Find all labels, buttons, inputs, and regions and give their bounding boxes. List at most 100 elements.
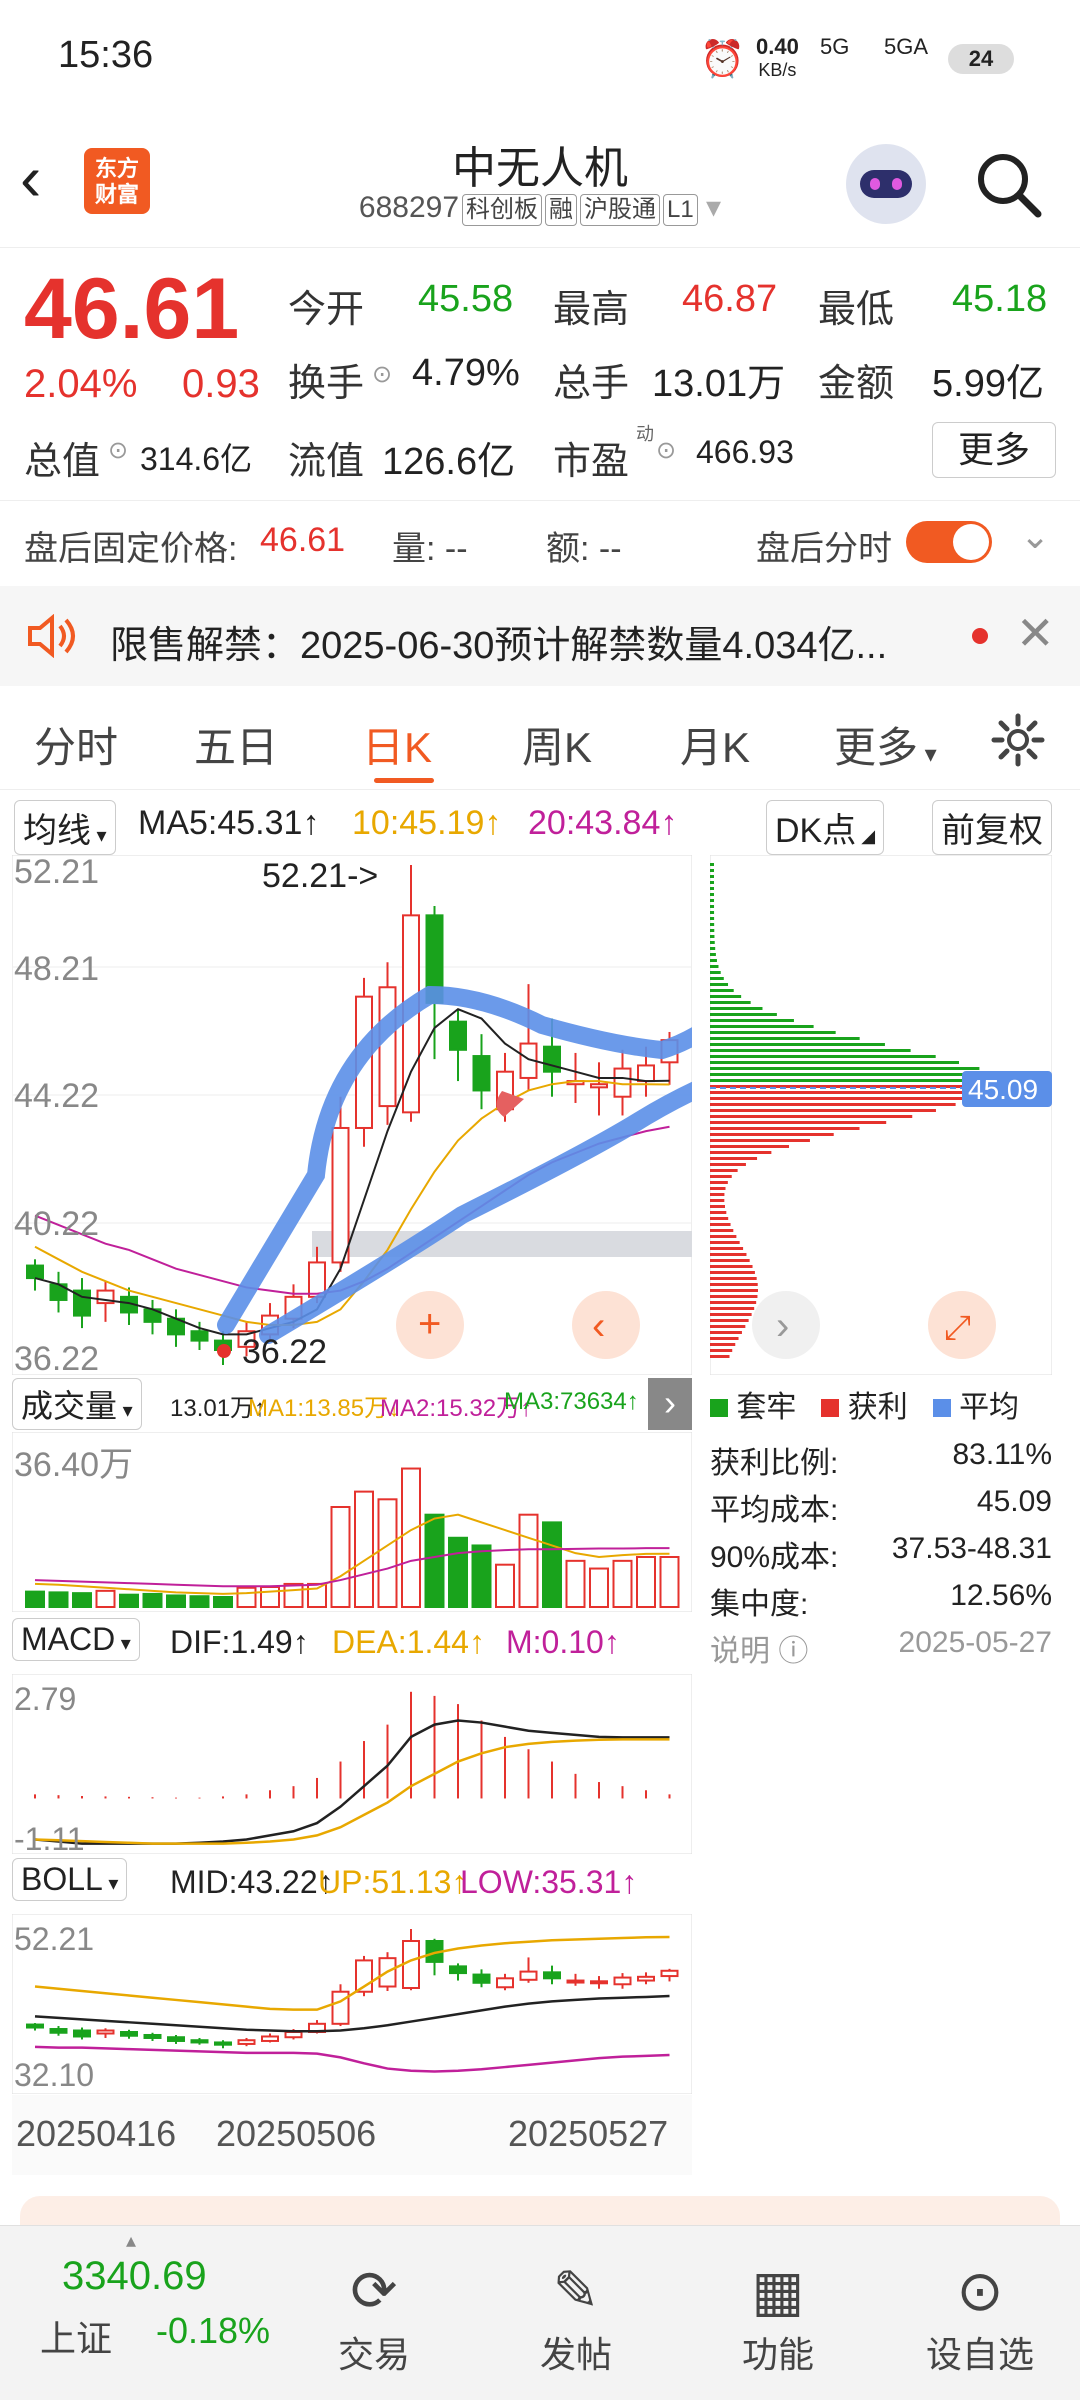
- boll-selector[interactable]: BOLL ▾: [12, 1858, 128, 1901]
- chip-bar: [710, 1259, 750, 1262]
- chevron-down-icon: ▾: [706, 191, 722, 224]
- boll-candle-body: [73, 2029, 91, 2038]
- chip-legend: 套牢 获利 平均: [710, 1382, 1070, 1424]
- tab-five-day[interactable]: 五日: [194, 714, 278, 775]
- float-label: 流值: [288, 441, 365, 483]
- candle-body: [637, 1064, 655, 1083]
- chip-bar: [710, 1289, 758, 1292]
- chip-bar: [710, 1061, 960, 1064]
- chip-bar: [710, 881, 714, 884]
- chip-bar: [710, 929, 715, 932]
- tab-daily-k[interactable]: 日K: [362, 714, 432, 775]
- chip-bar: [710, 1235, 737, 1238]
- candle-body: [26, 1264, 44, 1280]
- chip-bar: [710, 935, 715, 938]
- macd-selector[interactable]: MACD ▾: [12, 1618, 140, 1661]
- chip-bar: [710, 1187, 726, 1190]
- volume-selector[interactable]: 成交量 ▾: [12, 1378, 142, 1430]
- volume-bar: [142, 1592, 163, 1609]
- low-value: 45.18: [952, 278, 1048, 320]
- speaker-icon: [28, 614, 75, 658]
- chip-bar: [710, 1301, 757, 1304]
- volume-bar: [589, 1567, 609, 1609]
- date-axis: 20250416 20250506 20250527: [12, 2095, 692, 2175]
- chip-bar: [710, 875, 714, 878]
- index-value: 3340.69: [62, 2254, 207, 2298]
- dk-point-selector[interactable]: DK点 ◢: [766, 800, 885, 855]
- candlestick-chart[interactable]: 52.21 48.21 44.22 40.22 36.22 52.21-> 36…: [12, 855, 692, 1375]
- info-icon[interactable]: ⊙: [656, 436, 676, 465]
- volume-bar: [166, 1594, 186, 1608]
- scroll-left-button[interactable]: [572, 1291, 640, 1359]
- nav-post[interactable]: ✎ 发帖: [476, 2256, 676, 2378]
- after-hours-toggle[interactable]: [906, 521, 992, 563]
- tag-star-market: 科创板: [462, 194, 542, 226]
- volume-bar: [448, 1536, 468, 1608]
- more-button[interactable]: 更多: [932, 422, 1056, 478]
- volume-bar: [283, 1582, 304, 1609]
- chip-bar: [710, 1331, 742, 1334]
- ma-selector[interactable]: 均线 ▾: [14, 800, 116, 855]
- adjust-selector[interactable]: 前复权: [932, 800, 1052, 855]
- nav-trade[interactable]: ⟳ 交易: [274, 2256, 474, 2378]
- volume-ma1: MA1:13.85万↓: [248, 1395, 401, 1422]
- candle-body: [472, 1055, 491, 1092]
- legend-trapped: 套牢: [736, 1391, 797, 1424]
- boll-low: LOW:35.31↑: [460, 1864, 638, 1900]
- chip-bar: [710, 941, 715, 944]
- settings-gear-icon[interactable]: [990, 712, 1046, 768]
- tab-more[interactable]: 更多 ▾: [834, 714, 937, 775]
- boll-toolbar: BOLL ▾ MID:43.22↑ UP:51.13↑ LOW:35.31↑: [12, 1858, 692, 1910]
- mktcap-label: 总值: [24, 441, 101, 483]
- chip-note-row[interactable]: 说明 ⓘ 2025-05-27: [710, 1626, 1052, 1673]
- expand-indicators-button[interactable]: ›: [648, 1378, 692, 1430]
- chip-bar: [710, 1283, 758, 1286]
- boll-candle-body: [637, 1975, 655, 1982]
- chip-bar: [710, 899, 715, 902]
- boll-chart[interactable]: 52.21 32.10: [12, 1914, 692, 2094]
- ai-assistant-avatar[interactable]: [846, 144, 926, 224]
- after-hours-row: 盘后固定价格: 46.61 量: -- 额: -- 盘后分时 ⌄: [0, 500, 1080, 580]
- macd-chart[interactable]: 2.79 -1.11: [12, 1674, 692, 1854]
- active-tab-indicator: [374, 778, 434, 783]
- chip-bar: [710, 1253, 747, 1256]
- info-icon[interactable]: ⊙: [108, 436, 128, 465]
- stat-row: 获利比例: 83.11%: [710, 1438, 1052, 1480]
- nav-add-watchlist[interactable]: ⊙ 设自选: [880, 2256, 1080, 2378]
- chip-bar: [710, 1049, 911, 1052]
- boll-candle-body: [472, 1973, 491, 1984]
- tab-monthly-k[interactable]: 月K: [680, 714, 750, 775]
- chevron-up-icon: ▴: [126, 2230, 137, 2252]
- amount-value: 5.99亿: [932, 363, 1044, 405]
- volume-bar: [471, 1544, 492, 1608]
- volume-chart[interactable]: 36.40万: [12, 1432, 692, 1612]
- high-label: 最高: [553, 289, 630, 331]
- chip-bar: [710, 1001, 751, 1004]
- chip-distribution-chart[interactable]: 45.09 › ⤢: [710, 855, 1052, 1375]
- turnover-label: 换手: [288, 363, 365, 405]
- volume-bar: [636, 1556, 656, 1608]
- chevron-down-icon[interactable]: ⌄: [1020, 515, 1050, 557]
- info-icon[interactable]: ⊙: [372, 360, 392, 389]
- close-icon[interactable]: ✕: [1016, 606, 1055, 660]
- legend-avg: 平均: [959, 1391, 1020, 1424]
- legend-swatch-trapped: [710, 1399, 728, 1417]
- boll-candle-body: [496, 1977, 514, 1989]
- nav-functions[interactable]: ▦ 功能: [678, 2256, 878, 2378]
- macd-dea: DEA:1.44↑: [332, 1624, 485, 1660]
- axis-label-2: 48.21: [14, 950, 99, 988]
- chip-bar: [710, 1199, 725, 1202]
- index-change: -0.18%: [156, 2310, 271, 2351]
- chevron-left-icon: ‹: [592, 1304, 605, 1348]
- volume-bar: [495, 1563, 515, 1608]
- tab-weekly-k[interactable]: 周K: [522, 714, 592, 775]
- notice-banner[interactable]: 限售解禁：2025-06-30预计解禁数量4.034亿... ✕: [0, 586, 1080, 686]
- macd-dif: DIF:1.49↑: [170, 1624, 309, 1660]
- tab-intraday[interactable]: 分时: [34, 714, 118, 775]
- notice-text: 限售解禁：2025-06-30预计解禁数量4.034亿...: [110, 625, 888, 667]
- signal-5ga-icon: 5GA: [884, 34, 929, 59]
- volume-bar: [72, 1592, 92, 1608]
- search-icon[interactable]: [972, 148, 1044, 220]
- index-ticker[interactable]: ▴ 3340.69 上证 -0.18%: [0, 2226, 290, 2401]
- bottom-nav: ▴ 3340.69 上证 -0.18% ⟳ 交易 ✎ 发帖 ▦ 功能 ⊙ 设自选: [0, 2225, 1080, 2400]
